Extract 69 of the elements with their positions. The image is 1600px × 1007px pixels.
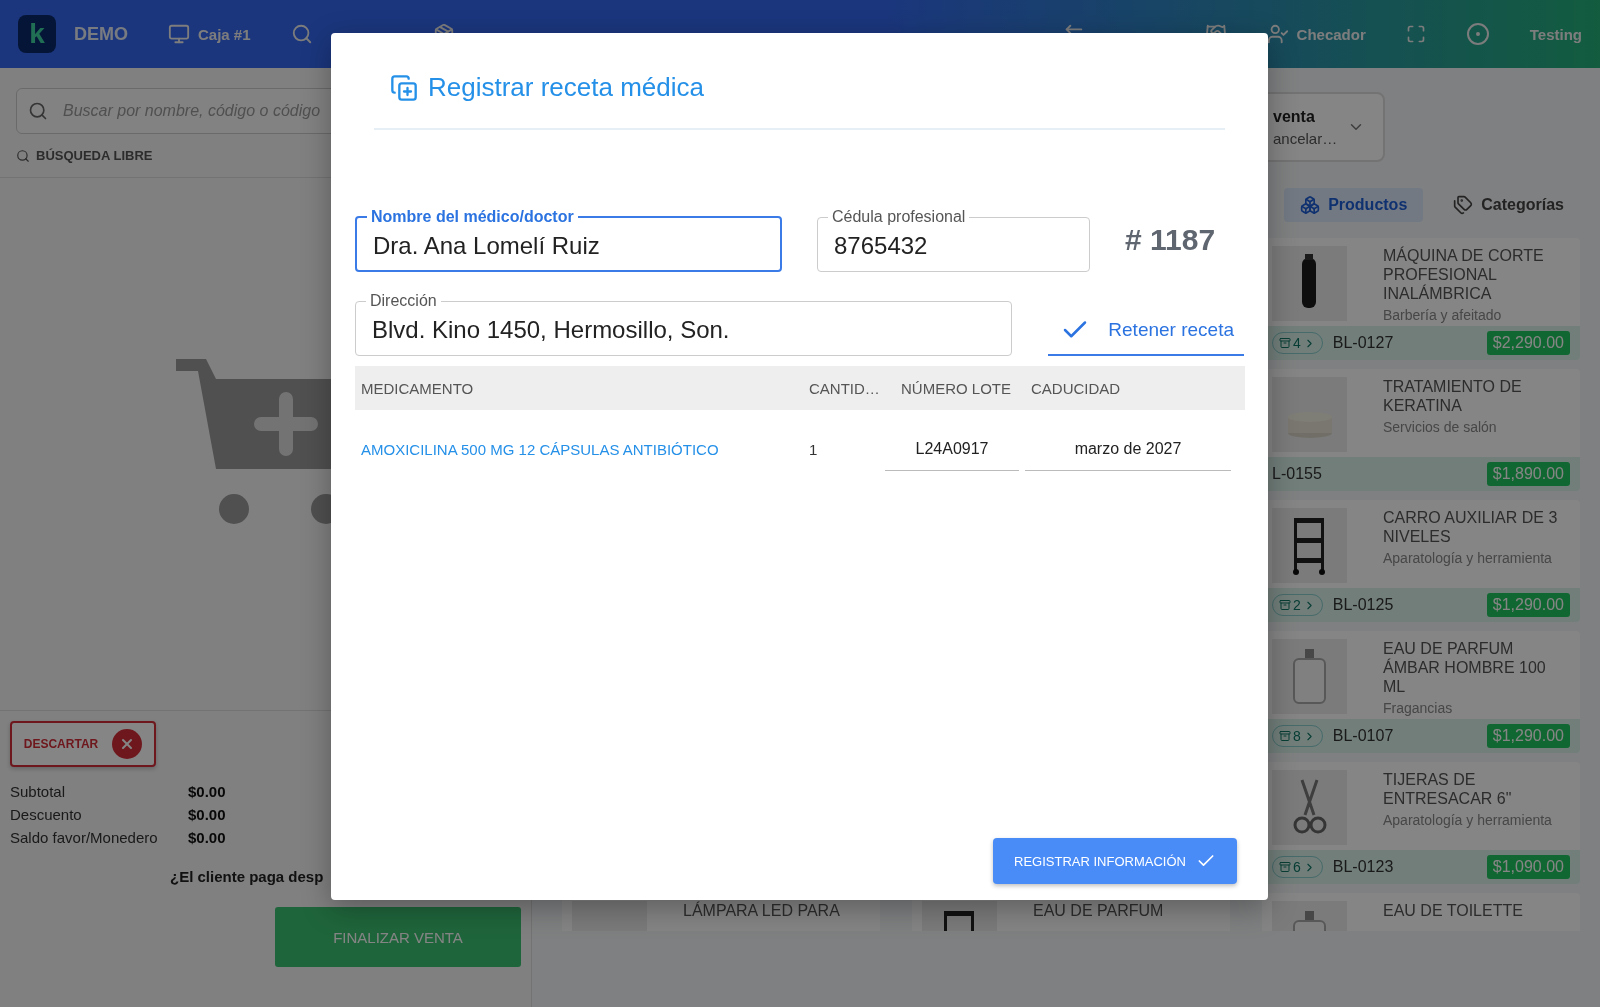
product-code: L-0155 xyxy=(1272,465,1322,483)
product-title: CARRO AUXILIAR DE 3 NIVELES xyxy=(1383,508,1559,546)
nav-item[interactable]: Caja #1 xyxy=(168,23,251,45)
license-field[interactable]: Cédula profesional 8765432 xyxy=(817,208,1090,272)
column-header: CANTID… xyxy=(809,379,881,397)
archive-icon xyxy=(1279,599,1291,611)
product-title: TRATAMIENTO DE KERATINA xyxy=(1383,377,1523,415)
product-code: BL-0123 xyxy=(1332,858,1394,876)
product-title: MÁQUINA DE CORTE PROFESIONAL INALÁMBRICA xyxy=(1383,246,1545,303)
finalize-sale-button[interactable]: FINALIZAR VENTA xyxy=(275,907,521,967)
product-title: EAU DE TOILETTE xyxy=(1383,901,1523,920)
app-logo[interactable]: k xyxy=(18,15,56,53)
boxes-icon xyxy=(1300,195,1321,215)
retain-prescription-toggle[interactable]: Retener receta xyxy=(1048,296,1244,356)
register-button[interactable]: REGISTRAR INFORMACIÓN xyxy=(993,838,1237,884)
close-icon xyxy=(112,729,143,759)
view-tab[interactable]: Categorías xyxy=(1437,188,1580,222)
pay-later-question: ¿El cliente paga desp xyxy=(170,868,325,885)
view-tab[interactable]: Productos xyxy=(1284,188,1424,222)
total-value: $0.00 xyxy=(188,829,227,846)
user-name[interactable]: Testing xyxy=(1529,25,1582,43)
product-code: BL-0125 xyxy=(1332,596,1394,614)
archive-icon xyxy=(1279,861,1291,873)
search-icon[interactable] xyxy=(290,23,313,45)
archive-icon xyxy=(1279,337,1291,349)
product-title: TIJERAS DE ENTRESACAR 6" xyxy=(1383,770,1513,808)
product-category: Servicios de salón xyxy=(1383,419,1498,435)
doctor-name-field[interactable]: Nombre del médico/doctor Dra. Ana Lomelí Ruiz xyxy=(355,208,782,272)
column-header: CADUCIDAD xyxy=(1031,379,1122,397)
total-label: Descuento xyxy=(10,806,83,823)
column-header: NÚMERO LOTE xyxy=(901,379,1012,397)
medicine-link[interactable]: AMOXICILINA 500 MG 12 CÁPSULAS ANTIBIÓTICO xyxy=(361,440,809,458)
fullscreen-icon[interactable] xyxy=(1405,24,1426,44)
product-code: BL-0107 xyxy=(1332,727,1394,745)
product-category: Fragancias xyxy=(1383,700,1454,716)
product-title: EAU DE PARFUM xyxy=(1033,901,1164,920)
user-check-icon xyxy=(1266,23,1289,45)
product-category: Barbería y afeitado xyxy=(1383,307,1503,323)
product-title: LÁMPARA LED PARA xyxy=(683,901,840,920)
product-price: $1,090.00 xyxy=(1486,855,1570,879)
text-input[interactable]: Dra. Ana Lomelí Ruiz xyxy=(371,229,766,261)
discard-button[interactable]: DESCARTAR xyxy=(10,721,156,767)
product-category: Aparatología y herramienta xyxy=(1383,550,1553,566)
total-label: Subtotal xyxy=(10,783,67,800)
column-header: MEDICAMENTO xyxy=(361,379,475,397)
total-value: $0.00 xyxy=(188,783,227,800)
quantity-cell-text: 1 xyxy=(809,440,819,458)
product-category: Aparatología y herramienta xyxy=(1383,812,1553,828)
search-icon xyxy=(16,148,30,163)
product-card[interactable]: EAU DE TOILETTE xyxy=(1262,893,1580,931)
product-code: BL-0127 xyxy=(1332,334,1394,352)
text-input[interactable]: 8765432 xyxy=(832,230,1075,261)
nav-item[interactable]: Checador xyxy=(1266,23,1366,45)
archive-icon xyxy=(1279,730,1291,742)
product-price: $2,290.00 xyxy=(1486,331,1570,355)
product-price: $1,890.00 xyxy=(1486,462,1570,486)
product-price: $1,290.00 xyxy=(1486,593,1570,617)
monitor-icon xyxy=(168,23,190,45)
prescription-number: # 1187 xyxy=(1125,223,1216,257)
tag-icon xyxy=(1453,195,1474,215)
add-copy-icon xyxy=(390,73,418,102)
brand-name: DEMO xyxy=(74,23,128,45)
total-label: Saldo favor/Monedero xyxy=(10,829,159,846)
target-icon[interactable] xyxy=(1465,22,1490,46)
product-price: $1,290.00 xyxy=(1486,724,1570,748)
text-input[interactable]: Blvd. Kino 1450, Hermosillo, Son. xyxy=(370,314,998,345)
total-value: $0.00 xyxy=(188,806,227,823)
product-title: EAU DE PARFUM ÁMBAR HOMBRE 100 ML xyxy=(1383,639,1547,696)
address-field[interactable]: Dirección Blvd. Kino 1450, Hermosillo, Son. xyxy=(355,292,1013,356)
